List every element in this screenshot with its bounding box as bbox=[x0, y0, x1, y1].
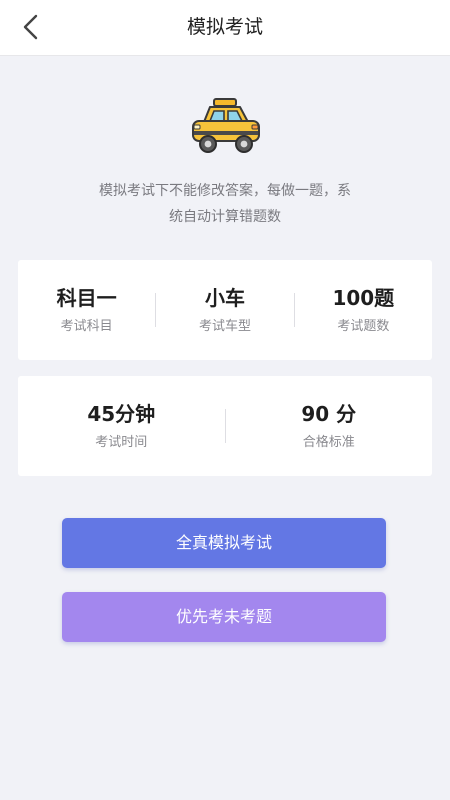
duration-cell: 45分钟 考试时间 bbox=[18, 400, 225, 452]
vehicle-label: 考试车型 bbox=[198, 319, 251, 334]
subject-value: 科目一 bbox=[56, 286, 117, 310]
questions-cell: 100题 考试题数 bbox=[295, 284, 432, 336]
pass-score-cell: 90 分 合格标准 bbox=[226, 400, 433, 452]
questions-label: 考试题数 bbox=[337, 319, 390, 334]
exam-description: 模拟考试下不能修改答案，每做一题，系 统自动计算错题数 bbox=[99, 183, 351, 225]
subject-label: 考试科目 bbox=[60, 319, 113, 334]
exam-rules-card: 45分钟 考试时间 90 分 合格标准 bbox=[18, 376, 432, 476]
questions-value: 100题 bbox=[332, 286, 395, 310]
unanswered-first-button[interactable]: 优先考未考题 bbox=[62, 592, 386, 642]
duration-value: 45分钟 bbox=[87, 402, 156, 426]
app-header: 模拟考试 bbox=[0, 0, 450, 56]
vehicle-value: 小车 bbox=[204, 286, 245, 310]
subject-cell: 科目一 考试科目 bbox=[18, 284, 155, 336]
exam-info-card: 科目一 考试科目 小车 考试车型 100题 考试题数 bbox=[18, 260, 432, 360]
vehicle-cell: 小车 考试车型 bbox=[156, 284, 293, 336]
page-title: 模拟考试 bbox=[186, 16, 263, 38]
full-mock-exam-button[interactable]: 全真模拟考试 bbox=[62, 518, 386, 568]
duration-label: 考试时间 bbox=[95, 435, 148, 450]
taxi-car-icon bbox=[192, 98, 260, 153]
pass-score-label: 合格标准 bbox=[302, 435, 355, 450]
pass-score-value: 90 分 bbox=[301, 402, 357, 426]
